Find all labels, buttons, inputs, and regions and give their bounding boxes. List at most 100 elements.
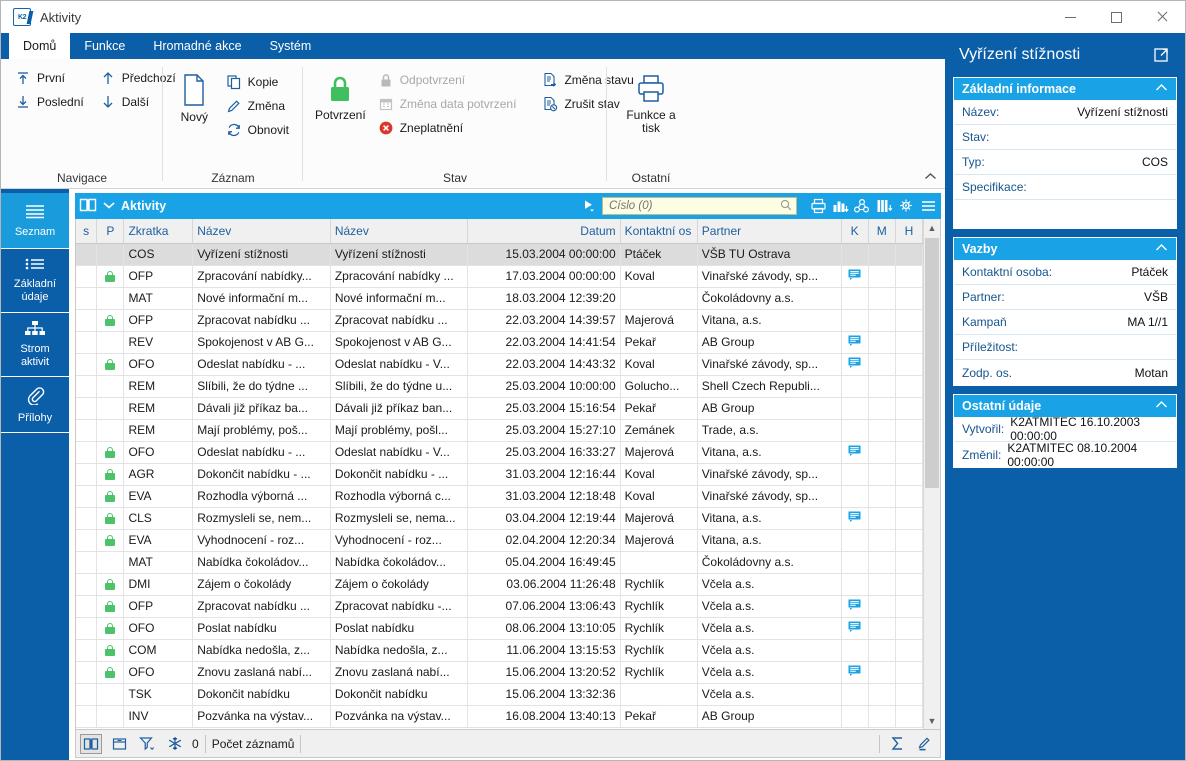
panel-section-header[interactable]: Ostatní údaje [954, 395, 1176, 417]
panel-field-value[interactable]: K2ATMITEC 08.10.2004 00:00:00 [1007, 441, 1168, 469]
panel-field-value[interactable]: Ptáček [1131, 265, 1168, 279]
panel-section-collapse-toggle[interactable] [1155, 243, 1168, 255]
table-row[interactable]: AGR Dokončit nabídku - ... Dokončit nabídk… [76, 463, 924, 486]
panel-field-value[interactable]: Vyřízení stížnosti [1077, 105, 1168, 119]
table-row[interactable]: EVA Vyhodnocení - roz... Vyhodnocení - roz… [76, 529, 924, 552]
panel-section-collapse-toggle[interactable] [1155, 400, 1168, 412]
table-row[interactable]: OFP Zpracovat nabídku ... Zpracovat nabídk… [76, 595, 924, 618]
column-header-nazev2[interactable]: Název [330, 219, 469, 244]
printer-icon[interactable] [809, 197, 827, 215]
copy-record-button[interactable]: Kopie [220, 71, 295, 93]
scroll-down-button[interactable]: ▼ [924, 712, 941, 729]
table-row[interactable]: DMI Zájem o čokolády Zájem o čokolády 03.06… [76, 573, 924, 596]
table-row[interactable]: COS Vyřízení stížnosti Vyřízení stížnosti 1… [76, 243, 924, 266]
sidebar-item-seznam[interactable]: Seznam [1, 193, 69, 249]
book-icon[interactable] [79, 197, 97, 216]
table-row[interactable]: CLS Rozmysleli se, nem... Rozmysleli se, n… [76, 507, 924, 530]
table-row[interactable]: MAT Nové informační m... Nové informační m… [76, 287, 924, 310]
table-row[interactable]: OFO Odeslat nabídku - ... Odeslat nabídku … [76, 441, 924, 464]
bar-chart-icon[interactable] [831, 197, 849, 215]
scroll-thumb[interactable] [924, 238, 939, 488]
column-header-k[interactable]: K [841, 219, 869, 244]
column-header-kontaktni[interactable]: Kontaktní os [620, 219, 698, 244]
close-button[interactable] [1139, 1, 1185, 33]
invalidate-button[interactable]: Zneplatnění [372, 117, 523, 139]
refresh-button[interactable]: Obnovit [220, 119, 295, 141]
table-row[interactable]: REM Dávali již příkaz ba... Dávali již pří… [76, 397, 924, 420]
cell-h [895, 265, 924, 288]
table-row[interactable]: OFO Odeslat nabídku - ... Odeslat nabídku … [76, 353, 924, 376]
gear-icon[interactable] [897, 197, 915, 215]
column-header-m[interactable]: M [868, 219, 896, 244]
sidebar-item-strom-aktivit[interactable]: Strom aktivit [1, 313, 69, 377]
table-row[interactable]: COM Nabídka nedošla, z... Nabídka nedošla,… [76, 639, 924, 662]
column-header-h[interactable]: H [895, 219, 924, 244]
snowflake-icon [168, 737, 182, 750]
ribbon-tab-domu[interactable]: Domů [9, 33, 71, 59]
last-record-button[interactable]: Poslední [9, 91, 90, 113]
cell-s [76, 617, 98, 640]
edit-record-button[interactable]: Změna [220, 95, 295, 117]
table-row[interactable]: REM Mají problémy, poš... Mají problémy, p… [76, 419, 924, 442]
confirm-button[interactable]: Potvrzení [311, 67, 370, 128]
table-row[interactable]: TSK Dokončit nabídku Dokončit nabídku 15.06… [76, 683, 924, 706]
logo-text: K2 [18, 13, 26, 21]
cell-s [76, 705, 98, 728]
panel-field-value[interactable]: VŠB [1144, 290, 1168, 304]
table-row[interactable]: OFO Znovu zaslaná nabí... Znovu zaslaná na… [76, 661, 924, 684]
table-row[interactable]: REV Spokojenost v AB G... Spokojenost v AB… [76, 331, 924, 354]
column-header-zkratka[interactable]: Zkratka [123, 219, 194, 244]
table-row[interactable]: REM Slíbili, že do týdne ... Slíbili, že d… [76, 375, 924, 398]
sidebar-item-zakladni-udaje[interactable]: Základní údaje [1, 249, 69, 313]
columns-icon[interactable] [875, 197, 893, 215]
column-header-s[interactable]: s [76, 219, 98, 244]
cell-m [868, 463, 896, 486]
panel-section-collapse-toggle[interactable] [1155, 83, 1168, 95]
panel-field-value[interactable]: COS [1142, 155, 1168, 169]
table-row[interactable]: OFP Zpracování nabídky... Zpracování nabíd… [76, 265, 924, 288]
functions-and-print-button[interactable]: Funkce a tisk [615, 67, 687, 141]
book-view-button[interactable] [80, 733, 102, 754]
panel-field-value[interactable]: K2ATMITEC 16.10.2003 00:00:00 [1010, 415, 1168, 443]
column-header-p[interactable]: P [96, 219, 125, 244]
panel-field-value[interactable]: MA 1//1 [1127, 315, 1168, 329]
table-row[interactable]: OFP Zpracovat nabídku ... Zpracovat nabídk… [76, 309, 924, 332]
ribbon-tab-system[interactable]: Systém [256, 33, 326, 59]
table-row[interactable]: INV Pozvánka na výstav... Pozvánka na výst… [76, 705, 924, 728]
panel-section-header[interactable]: Základní informace [954, 78, 1176, 100]
cube-group-icon[interactable] [853, 197, 871, 215]
table-row[interactable]: OFO Poslat nabídku Poslat nabídku 08.06.200… [76, 617, 924, 640]
grid-vertical-scrollbar[interactable]: ▲ ▼ [923, 219, 940, 729]
table-row[interactable]: MAT Nabídka čokoládov... Nabídka čokoládov… [76, 551, 924, 574]
table-row[interactable]: EVA Rozhodla výborná ... Rozhodla výborná … [76, 485, 924, 508]
hamburger-icon[interactable] [919, 197, 937, 215]
scroll-up-button[interactable]: ▲ [924, 219, 941, 236]
column-header-partner[interactable]: Partner [697, 219, 842, 244]
scroll-track[interactable] [924, 236, 941, 712]
unconfirm-button[interactable]: Odpotvrzení [372, 69, 523, 91]
cell-kontaktni: Zemánek [620, 419, 698, 442]
play-icon[interactable] [582, 198, 596, 215]
snowflake-button[interactable] [164, 734, 186, 754]
new-record-button[interactable]: Nový [171, 67, 218, 130]
column-header-nazev1[interactable]: Název [192, 219, 331, 244]
filter-button[interactable] [136, 734, 158, 754]
change-confirm-date-button[interactable]: Změna data potvrzení [372, 93, 523, 115]
minimize-button[interactable] [1047, 1, 1093, 33]
ribbon-tab-funkce[interactable]: Funkce [70, 33, 139, 59]
column-header-datum[interactable]: Datum [467, 219, 621, 244]
ribbon-tab-hromadne-akce[interactable]: Hromadné akce [139, 33, 255, 59]
search-input[interactable] [607, 199, 776, 213]
ribbon-collapse-button[interactable] [924, 172, 937, 184]
edit-button[interactable] [914, 734, 936, 754]
box-view-button[interactable] [108, 734, 130, 754]
maximize-button[interactable] [1093, 1, 1139, 33]
first-record-button[interactable]: První [9, 67, 90, 89]
panel-section-header[interactable]: Vazby [954, 238, 1176, 260]
chevron-down-icon[interactable] [103, 199, 115, 213]
sum-button[interactable] [886, 734, 908, 754]
search-box[interactable] [602, 197, 797, 215]
sidebar-item-prilohy[interactable]: Přílohy [1, 377, 69, 433]
panel-field-value[interactable]: Motan [1135, 366, 1168, 380]
open-external-icon[interactable] [1153, 46, 1171, 64]
